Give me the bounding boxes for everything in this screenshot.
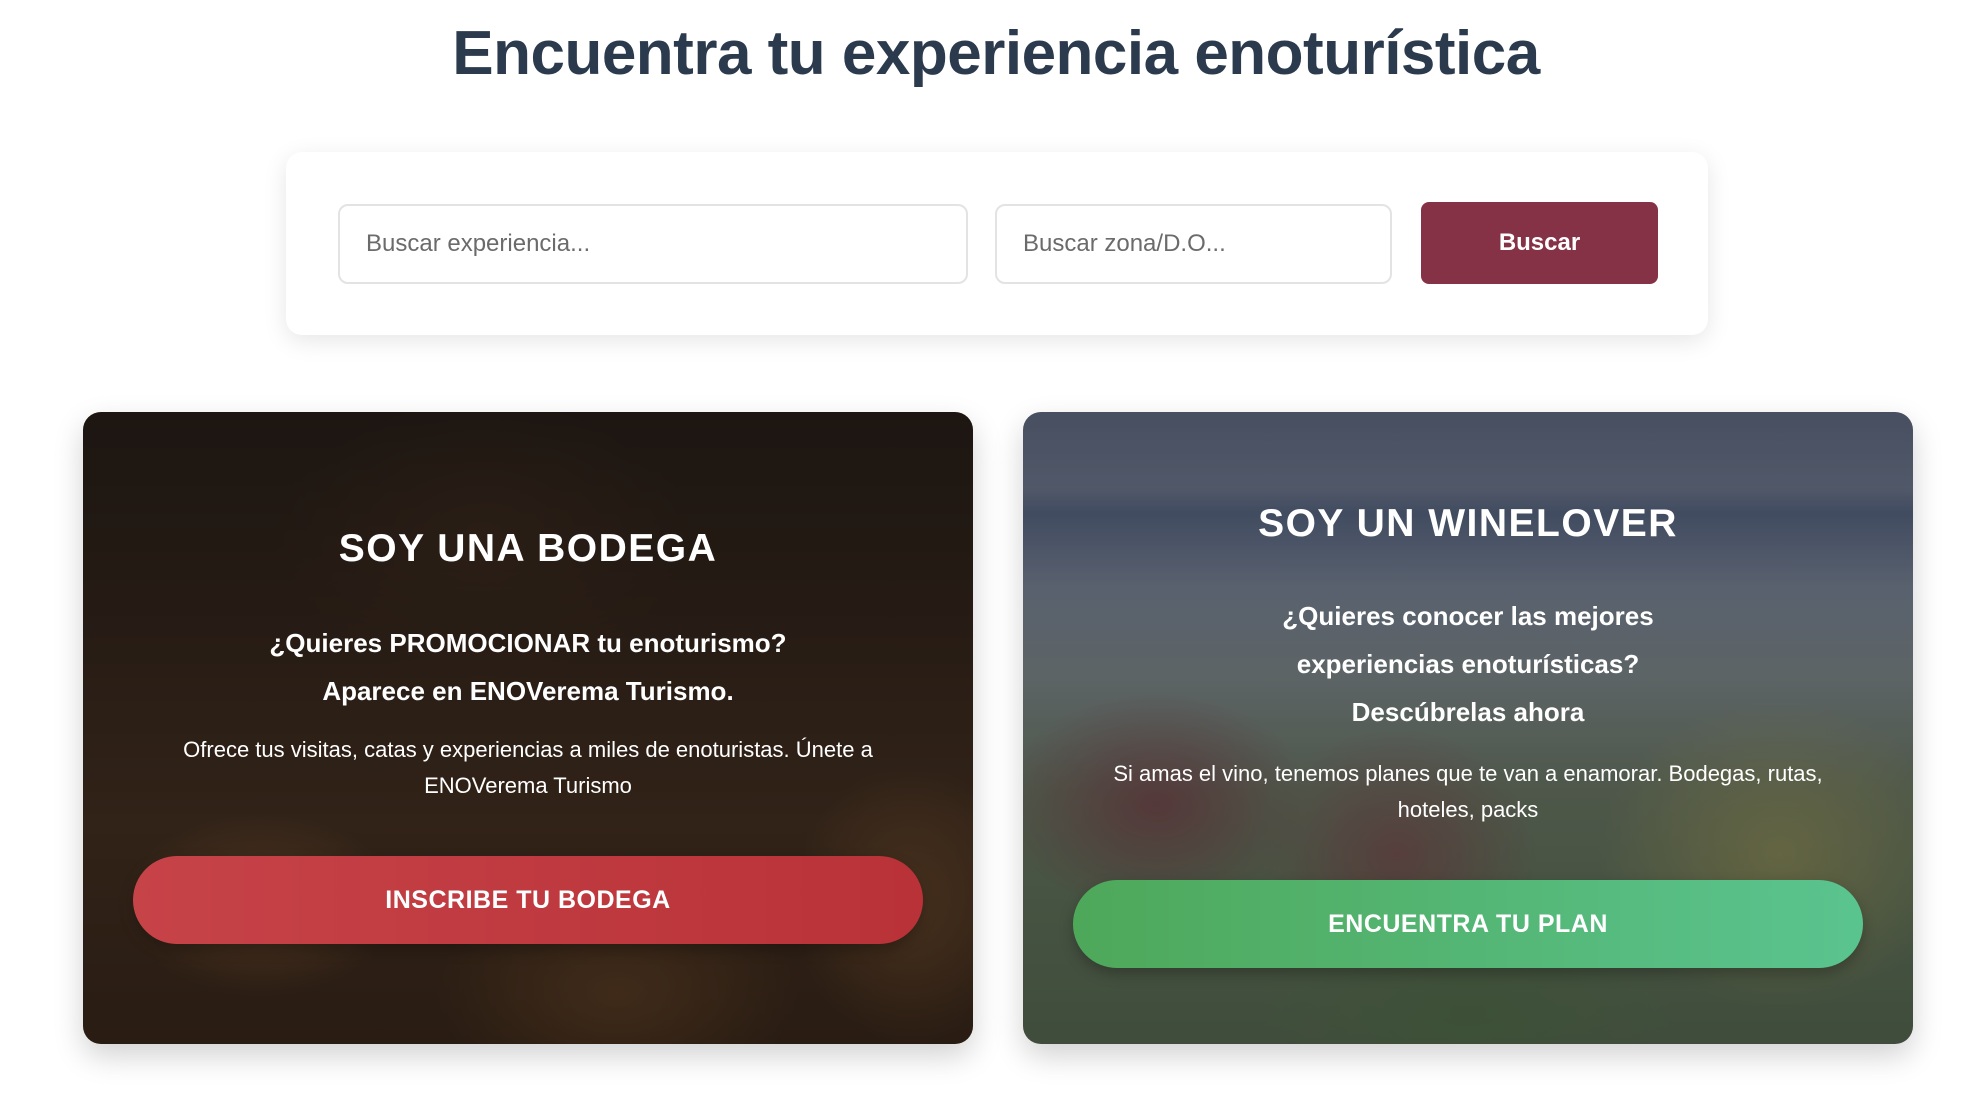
bodega-subtitle-line-2: Aparece en ENOVerema Turismo. [322,676,734,706]
winelover-subtitle-line-1: ¿Quieres conocer las mejores [1282,601,1654,631]
winelover-card-subtitle: ¿Quieres conocer las mejores experiencia… [1073,592,1863,736]
bodega-subtitle-line-1: ¿Quieres PROMOCIONAR tu enoturismo? [269,628,787,658]
page-title: Encuentra tu experiencia enoturística [452,19,1540,88]
bodega-card-title: SOY UNA BODEGA [338,527,718,570]
winelover-card-description: Si amas el vino, tenemos planes que te v… [1113,761,1823,822]
search-zone-input[interactable] [995,204,1392,284]
winelover-card-title: SOY UN WINELOVER [1258,502,1678,545]
bodega-card-description: Ofrece tus visitas, catas y experiencias… [183,737,873,798]
winelover-card: SOY UN WINELOVER ¿Quieres conocer las me… [1023,412,1913,1044]
search-panel: Buscar [286,152,1708,335]
search-button[interactable]: Buscar [1421,202,1658,284]
winelover-subtitle-line-2: experiencias enoturísticas? [1296,649,1640,679]
bodega-card-subtitle: ¿Quieres PROMOCIONAR tu enoturismo? Apar… [133,619,923,715]
inscribe-bodega-button[interactable]: INSCRIBE TU BODEGA [133,856,923,944]
winelover-subtitle-line-3: Descúbrelas ahora [1351,697,1585,727]
encuentra-plan-button[interactable]: ENCUENTRA TU PLAN [1073,880,1863,968]
search-experience-input[interactable] [338,204,968,284]
bodega-card: SOY UNA BODEGA ¿Quieres PROMOCIONAR tu e… [83,412,973,1044]
bodega-card-background [83,412,973,1044]
